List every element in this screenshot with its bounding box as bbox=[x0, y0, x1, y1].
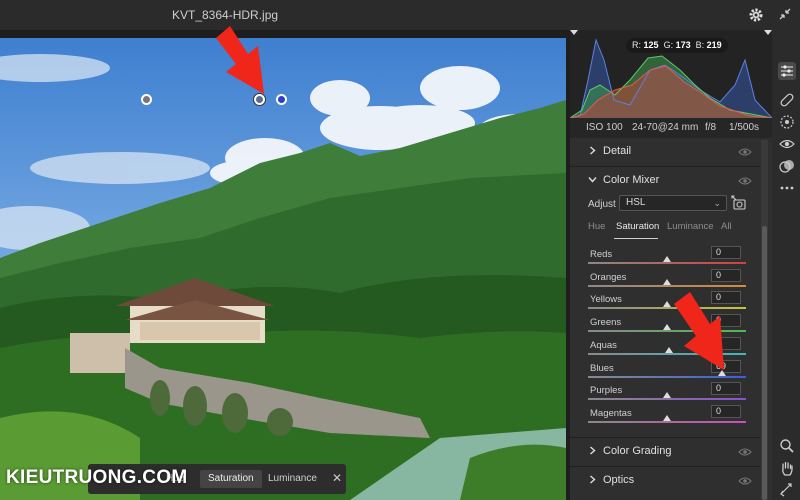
histogram: R: 125 G: 173 B: 219 bbox=[570, 30, 772, 118]
slider-reds: Reds 0 bbox=[588, 246, 748, 271]
slider-purples: Purples 0 bbox=[588, 382, 748, 407]
slider-thumb[interactable] bbox=[663, 324, 671, 331]
edit-sliders-icon[interactable] bbox=[778, 62, 796, 80]
slider-label: Oranges bbox=[590, 271, 627, 283]
file-name: KVT_8364-HDR.jpg bbox=[172, 8, 279, 22]
section-detail[interactable]: Detail bbox=[570, 138, 760, 166]
slider-label: Blues bbox=[590, 362, 614, 374]
eye-icon[interactable] bbox=[738, 176, 752, 186]
slider-value-field[interactable]: 0 bbox=[711, 268, 741, 282]
chevron-down-icon bbox=[588, 177, 597, 183]
gear-icon[interactable] bbox=[748, 7, 764, 23]
crop-icon[interactable] bbox=[779, 482, 795, 498]
slider-value-field[interactable]: 0 bbox=[711, 246, 741, 259]
slider-thumb[interactable] bbox=[663, 414, 671, 421]
rgb-readout: R: 125 G: 173 B: 219 bbox=[626, 38, 728, 53]
title-bar: KVT_8364-HDR.jpg bbox=[0, 0, 800, 30]
red-eye-icon[interactable] bbox=[779, 136, 795, 152]
chevron-down-icon: ⌄ bbox=[713, 198, 721, 208]
section-optics[interactable]: Optics bbox=[570, 467, 760, 495]
masking-icon[interactable] bbox=[779, 114, 795, 130]
slider-magentas: Magentas 0 bbox=[588, 404, 748, 430]
presets-icon[interactable] bbox=[779, 158, 795, 174]
slider-track[interactable] bbox=[588, 375, 746, 378]
bar-luminance-tab[interactable]: Luminance bbox=[260, 470, 325, 488]
exif-info: ISO 100 24-70@24 mm f/8 1/500s bbox=[570, 118, 772, 138]
eye-icon[interactable] bbox=[738, 476, 752, 486]
adjust-label: Adjust bbox=[588, 199, 616, 210]
chevron-right-icon bbox=[590, 446, 596, 455]
slider-thumb[interactable] bbox=[663, 301, 671, 308]
chevron-right-icon bbox=[590, 475, 596, 484]
scrollbar-thumb[interactable] bbox=[762, 226, 767, 500]
landscape-photo bbox=[0, 38, 566, 500]
tab-saturation[interactable]: Saturation bbox=[616, 221, 659, 232]
collapse-icon[interactable] bbox=[778, 7, 792, 21]
tab-hue[interactable]: Hue bbox=[588, 221, 605, 232]
tab-luminance[interactable]: Luminance bbox=[667, 221, 713, 232]
exif-shutter: 1/500s bbox=[729, 122, 760, 133]
slider-value-field[interactable]: 0 bbox=[711, 382, 741, 396]
exif-iso: ISO 100 bbox=[586, 122, 623, 133]
slider-label: Purples bbox=[590, 385, 623, 397]
section-color-grading[interactable]: Color Grading bbox=[570, 438, 760, 466]
slider-track[interactable] bbox=[588, 262, 746, 264]
right-toolbar bbox=[772, 30, 800, 500]
watermark: KIEUTRUONG.COM bbox=[6, 467, 188, 488]
section-color-mixer[interactable]: Color Mixer bbox=[570, 167, 760, 195]
close-icon[interactable]: ✕ bbox=[332, 471, 342, 485]
slider-label: Yellows bbox=[590, 294, 622, 306]
active-tab-underline bbox=[614, 238, 658, 239]
slider-track[interactable] bbox=[588, 420, 746, 423]
healing-brush-icon[interactable] bbox=[779, 92, 795, 108]
zoom-icon[interactable] bbox=[779, 438, 795, 454]
slider-thumb[interactable] bbox=[663, 256, 671, 262]
slider-label: Greens bbox=[590, 317, 622, 329]
slider-label: Reds bbox=[590, 249, 613, 260]
arrow-annotation bbox=[216, 26, 264, 94]
slider-label: Aquas bbox=[590, 339, 617, 351]
more-icon[interactable] bbox=[779, 180, 795, 196]
slider-track[interactable] bbox=[588, 398, 746, 401]
slider-track[interactable] bbox=[588, 284, 746, 287]
slider-label: Magentas bbox=[590, 407, 632, 419]
color-sample-point[interactable] bbox=[276, 94, 287, 105]
arrow-annotation bbox=[674, 292, 724, 370]
photo-canvas[interactable] bbox=[0, 38, 566, 500]
eye-icon[interactable] bbox=[738, 447, 752, 457]
slider-value-field[interactable]: 0 bbox=[711, 404, 741, 418]
slider-thumb[interactable] bbox=[663, 392, 671, 399]
adjust-select[interactable]: HSL ⌄ bbox=[619, 195, 727, 211]
exif-lens: 24-70@24 mm bbox=[632, 122, 699, 133]
tab-all[interactable]: All bbox=[721, 221, 732, 232]
chevron-right-icon bbox=[590, 146, 596, 155]
color-sample-point[interactable] bbox=[141, 94, 152, 105]
exif-aperture: f/8 bbox=[705, 122, 717, 133]
bar-saturation-tab[interactable]: Saturation bbox=[200, 470, 262, 488]
target-adjust-icon[interactable] bbox=[731, 195, 747, 211]
hand-icon[interactable] bbox=[779, 460, 795, 476]
eye-icon[interactable] bbox=[738, 147, 752, 157]
slider-thumb[interactable] bbox=[663, 278, 671, 285]
